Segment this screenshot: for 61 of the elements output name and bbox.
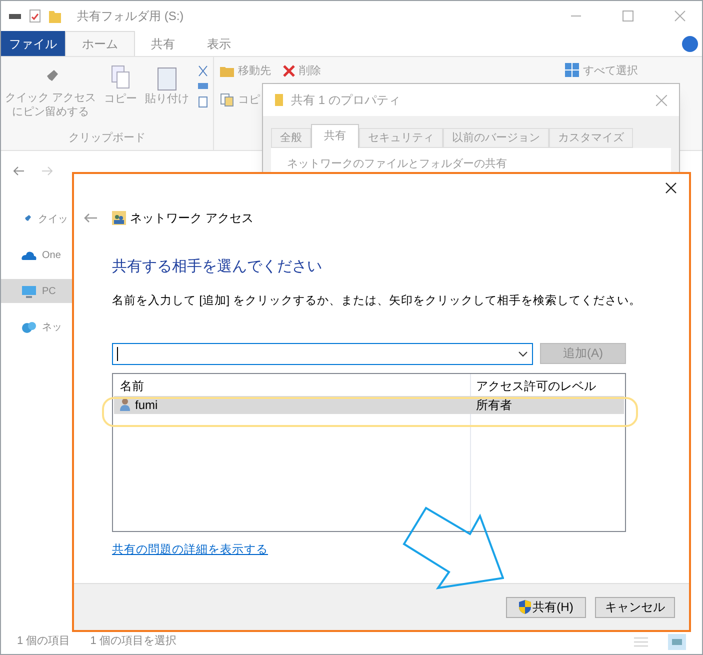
folder-icon bbox=[275, 94, 283, 106]
back-arrow-icon[interactable] bbox=[84, 213, 98, 223]
tab[interactable]: 全般 bbox=[271, 128, 311, 148]
instruction-text: 名前を入力して [追加] をクリックするか、または、矢印をクリックして相手を検索してください。 bbox=[112, 293, 642, 308]
status-text: 1 個の項目を選択 bbox=[90, 634, 176, 650]
ribbon-tab[interactable]: ホーム bbox=[65, 31, 135, 56]
shield-icon bbox=[518, 600, 531, 614]
window-title: 共有フォルダ用 (S:) bbox=[77, 8, 184, 25]
copy-icon bbox=[110, 65, 131, 91]
drive-icon bbox=[9, 12, 21, 20]
ribbon-tab[interactable]: 表示 bbox=[191, 31, 247, 56]
tab[interactable]: 以前のバージョン bbox=[443, 128, 549, 148]
select-all-command[interactable]: すべて選択 bbox=[583, 63, 638, 80]
sidebar-item[interactable]: ネッ bbox=[1, 315, 111, 339]
paste-label: 貼り付け bbox=[145, 92, 190, 107]
folder-icon bbox=[220, 65, 234, 78]
name-combo-field[interactable] bbox=[112, 342, 533, 365]
cancel-button[interactable]: キャンセル bbox=[595, 596, 675, 618]
user-name: fumi bbox=[135, 396, 158, 414]
tab[interactable]: セキュリティ bbox=[359, 128, 443, 148]
delete-icon bbox=[283, 65, 296, 78]
copy-label: コピー bbox=[104, 92, 138, 107]
sidebar-item[interactable]: クイッ bbox=[1, 207, 111, 231]
group-label: ネットワークのファイルとフォルダーの共有 bbox=[287, 158, 507, 170]
dialog-title: ネットワーク アクセス bbox=[130, 210, 254, 227]
network-icon bbox=[21, 320, 37, 334]
folder-icon bbox=[49, 9, 61, 23]
ribbon-command[interactable]: 移動先 bbox=[238, 63, 272, 80]
group-label: クリップボード bbox=[68, 130, 146, 146]
permission-level: 所有者 bbox=[475, 396, 512, 414]
sidebar-item[interactable]: One bbox=[1, 243, 111, 267]
status-text: 1 個の項目 bbox=[17, 634, 70, 650]
forward-arrow-icon[interactable] bbox=[41, 166, 53, 176]
ribbon-command[interactable]: 削除 bbox=[299, 63, 322, 80]
column-header[interactable]: アクセス許可のレベル bbox=[470, 376, 596, 395]
grid-icon bbox=[565, 63, 579, 77]
column-header[interactable]: 名前 bbox=[113, 376, 470, 395]
close-icon[interactable] bbox=[665, 182, 677, 194]
maximize-icon[interactable] bbox=[622, 10, 634, 22]
help-icon[interactable] bbox=[682, 36, 698, 52]
window-title: 共有 1 のプロパティ bbox=[291, 92, 400, 109]
properties-icon bbox=[29, 9, 41, 23]
tiles-view-icon[interactable] bbox=[668, 634, 686, 650]
clipboard-icon bbox=[157, 65, 178, 91]
share-button[interactable]: 共有(H) bbox=[506, 596, 586, 618]
cloud-icon bbox=[21, 250, 37, 260]
monitor-icon bbox=[21, 284, 37, 298]
details-view-icon[interactable] bbox=[634, 636, 648, 648]
pin-label: クイック アクセス にピン留めする bbox=[5, 91, 96, 119]
dialog-heading: 共有する相手を選んでください bbox=[112, 257, 323, 277]
details-link[interactable]: 共有の問題の詳細を表示する bbox=[112, 542, 268, 559]
copy-icon bbox=[220, 92, 234, 107]
ribbon-tab[interactable]: 共有 bbox=[135, 31, 191, 56]
back-arrow-icon[interactable] bbox=[13, 166, 25, 176]
user-icon bbox=[120, 398, 130, 412]
ribbon-command[interactable]: コピ bbox=[238, 92, 260, 108]
users-icon bbox=[112, 211, 126, 225]
tab[interactable]: カスタマイズ bbox=[549, 128, 633, 148]
file-tab[interactable]: ファイル bbox=[1, 31, 65, 56]
tab[interactable]: 共有 bbox=[311, 124, 359, 148]
dropdown-caret-icon[interactable] bbox=[518, 350, 528, 357]
